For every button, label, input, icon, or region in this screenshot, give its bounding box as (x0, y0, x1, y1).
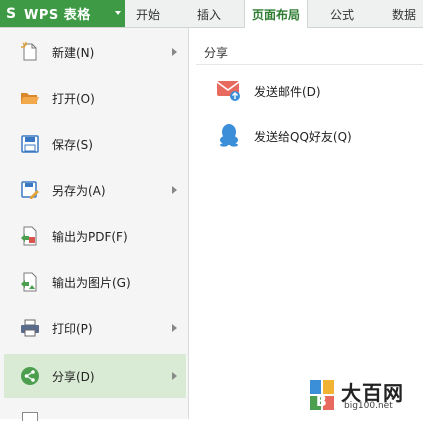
svg-text:B: B (316, 394, 327, 410)
top-bar: S WPS 表格 开始 插入 页面布局 公式 数据 (0, 0, 423, 28)
menu-item-label: 输出为图片(G) (52, 276, 131, 290)
menu-item-save[interactable]: 保存(S) (4, 122, 186, 166)
share-panel-title: 分享 (204, 46, 229, 60)
folder-open-icon (21, 93, 39, 104)
share-item-label: 发送邮件(D) (254, 85, 321, 99)
tab-data[interactable]: 数据 (384, 0, 423, 27)
chevron-right-icon (172, 186, 177, 194)
chevron-right-icon (172, 324, 177, 332)
save-icon (21, 135, 39, 153)
file-menu: 新建(N) 打开(O) 保存(S) 另存为(A) 输出为PDF(F) 输出为图片… (0, 28, 189, 421)
watermark-logo-icon: B (310, 380, 334, 410)
menu-item-partial-icon (22, 412, 38, 421)
new-file-icon (21, 42, 37, 61)
qq-icon (220, 124, 238, 147)
tab-page-layout[interactable]: 页面布局 (244, 0, 308, 28)
pdf-icon (21, 226, 37, 246)
send-qq-item[interactable]: 发送给QQ好友(Q) (206, 117, 423, 151)
chevron-right-icon (172, 48, 177, 56)
menu-item-open[interactable]: 打开(O) (4, 76, 186, 120)
menu-item-label: 新建(N) (52, 46, 95, 60)
chevron-right-icon (172, 372, 177, 380)
menu-item-label: 打开(O) (52, 92, 95, 106)
divider (196, 64, 423, 65)
menu-item-export-image[interactable]: 输出为图片(G) (4, 260, 186, 304)
share-icon (21, 367, 39, 385)
tab-home[interactable]: 开始 (129, 0, 167, 27)
tab-insert[interactable]: 插入 (188, 0, 230, 27)
image-export-icon (21, 272, 37, 292)
menu-item-label: 输出为PDF(F) (52, 230, 128, 244)
send-email-item[interactable]: 发送邮件(D) (206, 72, 423, 106)
menu-item-label: 保存(S) (52, 138, 93, 152)
mail-icon (216, 81, 240, 101)
menu-item-new[interactable]: 新建(N) (4, 30, 186, 74)
chevron-down-icon (115, 11, 121, 15)
printer-icon (21, 319, 39, 337)
menu-item-print[interactable]: 打印(P) (4, 306, 186, 350)
app-title: WPS 表格 (24, 8, 91, 23)
wps-logo-icon: S (6, 5, 17, 22)
menu-item-share[interactable]: 分享(D) (4, 354, 186, 398)
menu-item-label: 分享(D) (52, 370, 95, 384)
watermark: B 大百网 big100.net (307, 376, 419, 414)
app-menu-button[interactable]: S WPS 表格 (0, 0, 125, 27)
save-as-icon (21, 181, 39, 199)
menu-item-save-as[interactable]: 另存为(A) (4, 168, 186, 212)
menu-item-export-pdf[interactable]: 输出为PDF(F) (4, 214, 186, 258)
share-item-label: 发送给QQ好友(Q) (254, 130, 352, 144)
menu-item-label: 另存为(A) (52, 184, 106, 198)
menu-item-label: 打印(P) (52, 322, 93, 336)
watermark-url: big100.net (344, 401, 393, 411)
tab-formulas[interactable]: 公式 (320, 0, 364, 27)
